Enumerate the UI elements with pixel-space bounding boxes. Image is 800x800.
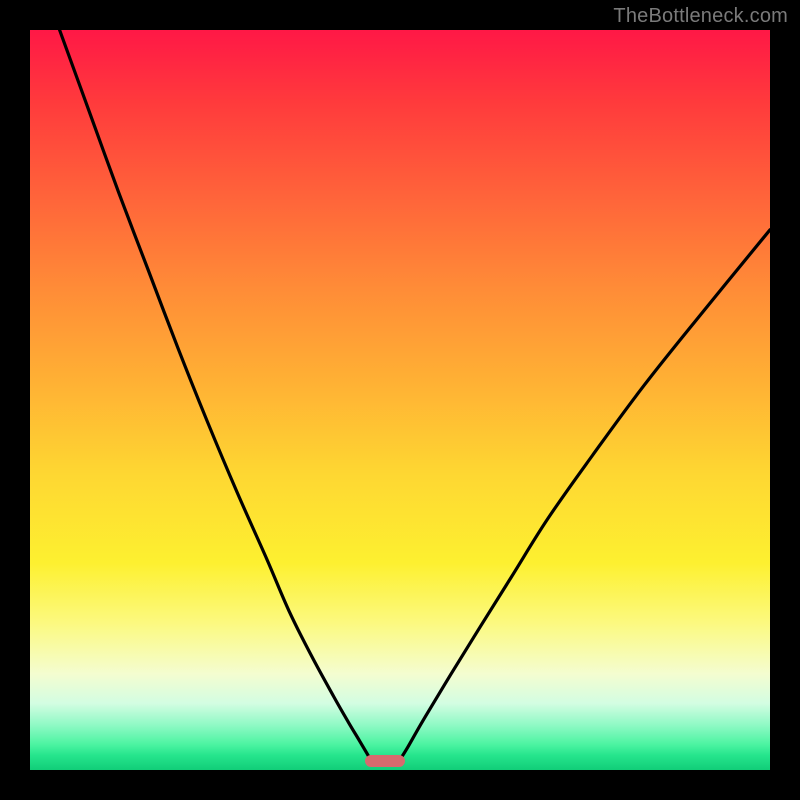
watermark-text: TheBottleneck.com — [613, 5, 788, 28]
right-curve — [400, 230, 770, 760]
min-marker — [365, 755, 405, 767]
plot-area — [30, 30, 770, 770]
chart-frame: TheBottleneck.com — [0, 0, 800, 800]
curves-svg — [30, 30, 770, 770]
left-curve — [60, 30, 371, 760]
